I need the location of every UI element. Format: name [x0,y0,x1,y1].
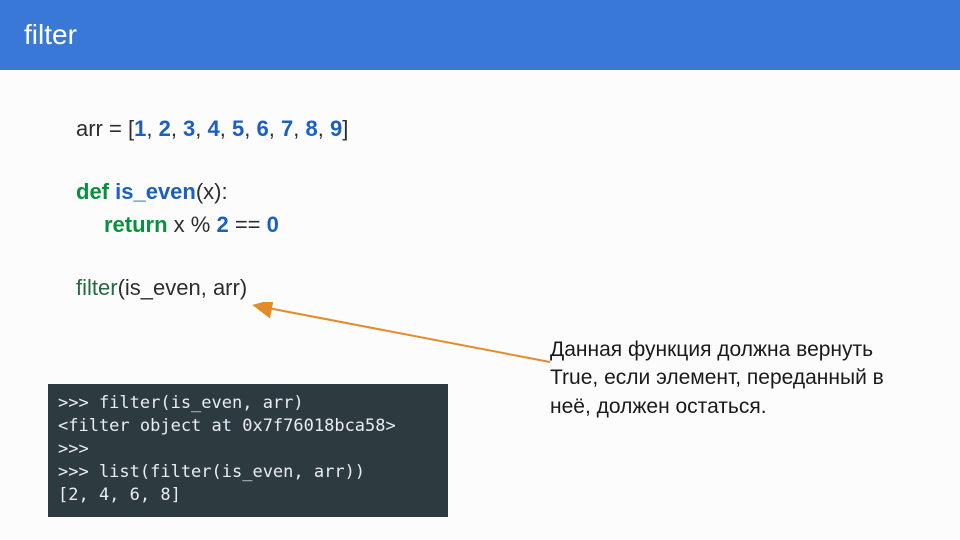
arr-prefix: arr = [ [76,116,134,141]
ret-x: x % [168,212,217,237]
code-line-arr-decl: arr = [1, 2, 3, 4, 5, 6, 7, 8, 9] [76,112,348,145]
code-line-filter-call: filter(is_even, arr) [76,271,348,304]
arr-val: 1 [134,116,146,141]
ret-eq: == [229,212,267,237]
arr-val: 6 [257,116,269,141]
ret-zero: 0 [267,212,279,237]
filter-call: filter [76,275,118,300]
keyword-return: return [104,212,168,237]
slide-header: filter [0,0,960,70]
slide-title: filter [24,19,77,51]
console-output: >>> filter(is_even, arr) <filter object … [48,384,448,517]
code-line-return: return x % 2 == 0 [76,208,348,241]
console-line: >>> filter(is_even, arr) [58,392,438,415]
arr-val: 2 [159,116,171,141]
console-line: <filter object at 0x7f76018bca58> [58,415,438,438]
arr-val: 4 [208,116,220,141]
arr-suffix: ] [342,116,348,141]
keyword-def: def [76,179,109,204]
filter-args: (is_even, arr) [118,275,248,300]
arr-val: 5 [232,116,244,141]
annotation-arrow [250,302,560,368]
ret-two: 2 [216,212,228,237]
function-name: is_even [115,179,196,204]
arr-val: 7 [281,116,293,141]
arr-val: 9 [330,116,342,141]
code-line-def: def is_even(x): [76,175,348,208]
annotation-text: Данная функция должна вернуть True, если… [550,336,890,421]
fn-sig-suffix: (x): [196,179,228,204]
arr-val: 3 [183,116,195,141]
console-line: >>> [58,438,438,461]
console-line: [2, 4, 6, 8] [58,484,438,507]
console-line: >>> list(filter(is_even, arr)) [58,461,438,484]
code-block: arr = [1, 2, 3, 4, 5, 6, 7, 8, 9] def is… [76,112,348,304]
arr-val: 8 [305,116,317,141]
